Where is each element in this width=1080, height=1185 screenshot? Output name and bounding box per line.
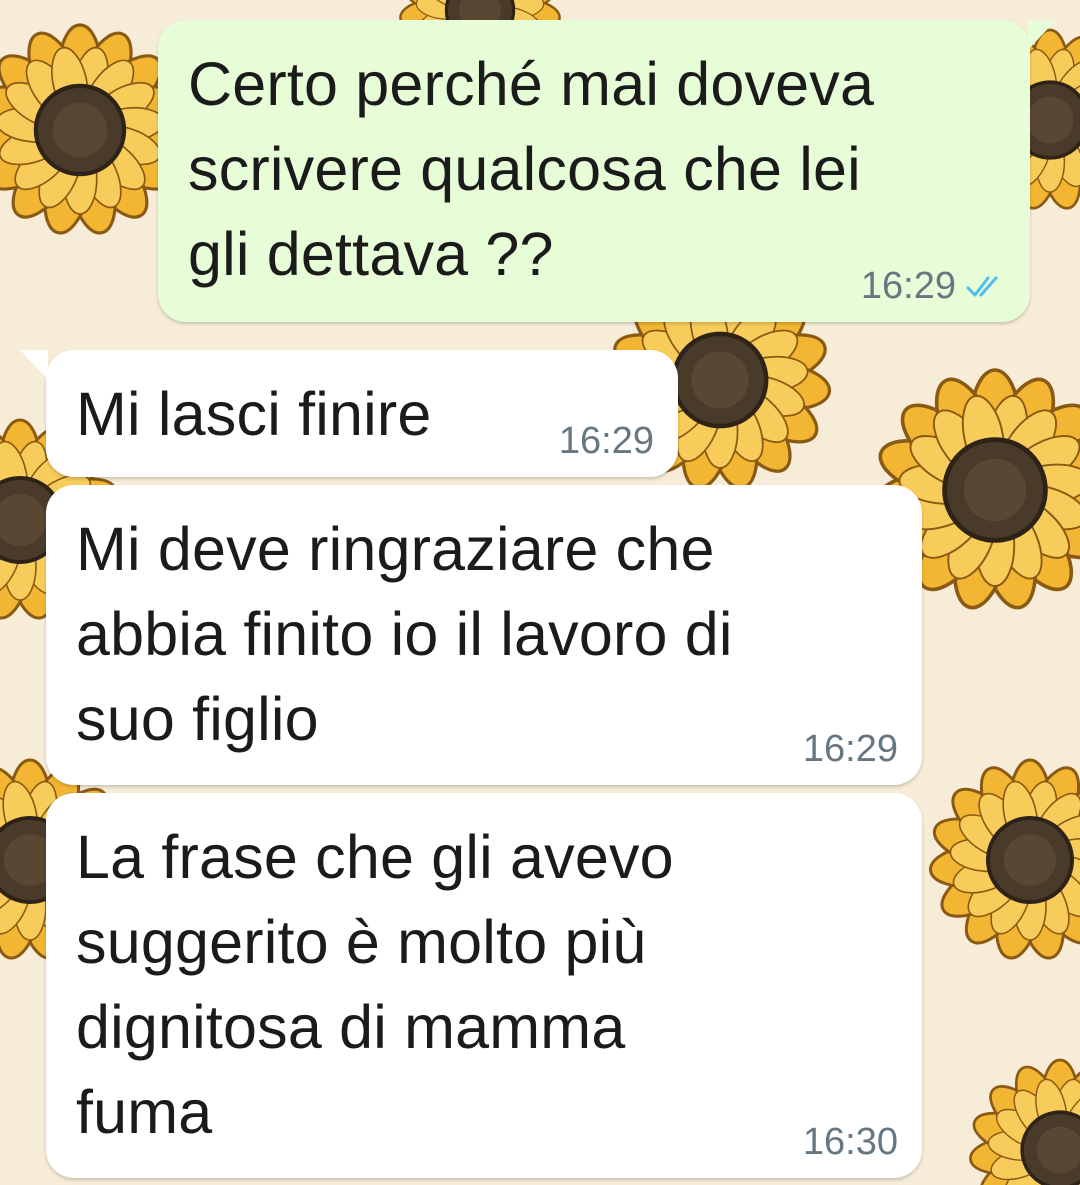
message-bubble-outgoing[interactable]: Certo perché mai doveva scrivere qualcos… [158, 20, 1056, 322]
bubble-tail [1028, 20, 1056, 50]
message-bubble-incoming[interactable]: Mi deve ringraziare che abbia finito io … [46, 485, 922, 785]
bubble-tail [20, 350, 48, 380]
message-bubble-incoming[interactable]: Mi lasci finire 16:29 [20, 350, 678, 477]
message-meta: 16:29 [803, 728, 898, 771]
message-meta: 16:30 [803, 1121, 898, 1164]
message-time: 16:29 [558, 420, 654, 462]
message-text: Mi lasci finire [76, 380, 432, 448]
message-text: La frase che gli avevo suggerito è molto… [76, 823, 674, 1146]
message-meta: 16:29 [559, 420, 654, 463]
message-time: 16:29 [860, 265, 956, 307]
message-bubble-incoming[interactable]: La frase che gli avevo suggerito è molto… [46, 793, 922, 1178]
message-time: 16:29 [802, 728, 898, 770]
double-check-icon [966, 276, 998, 296]
message-text: Mi deve ringraziare che abbia finito io … [76, 515, 733, 753]
message-meta: 16:29 [861, 265, 1006, 308]
message-text: Certo perché mai doveva scrivere qualcos… [188, 50, 875, 288]
message-time: 16:30 [802, 1121, 898, 1163]
